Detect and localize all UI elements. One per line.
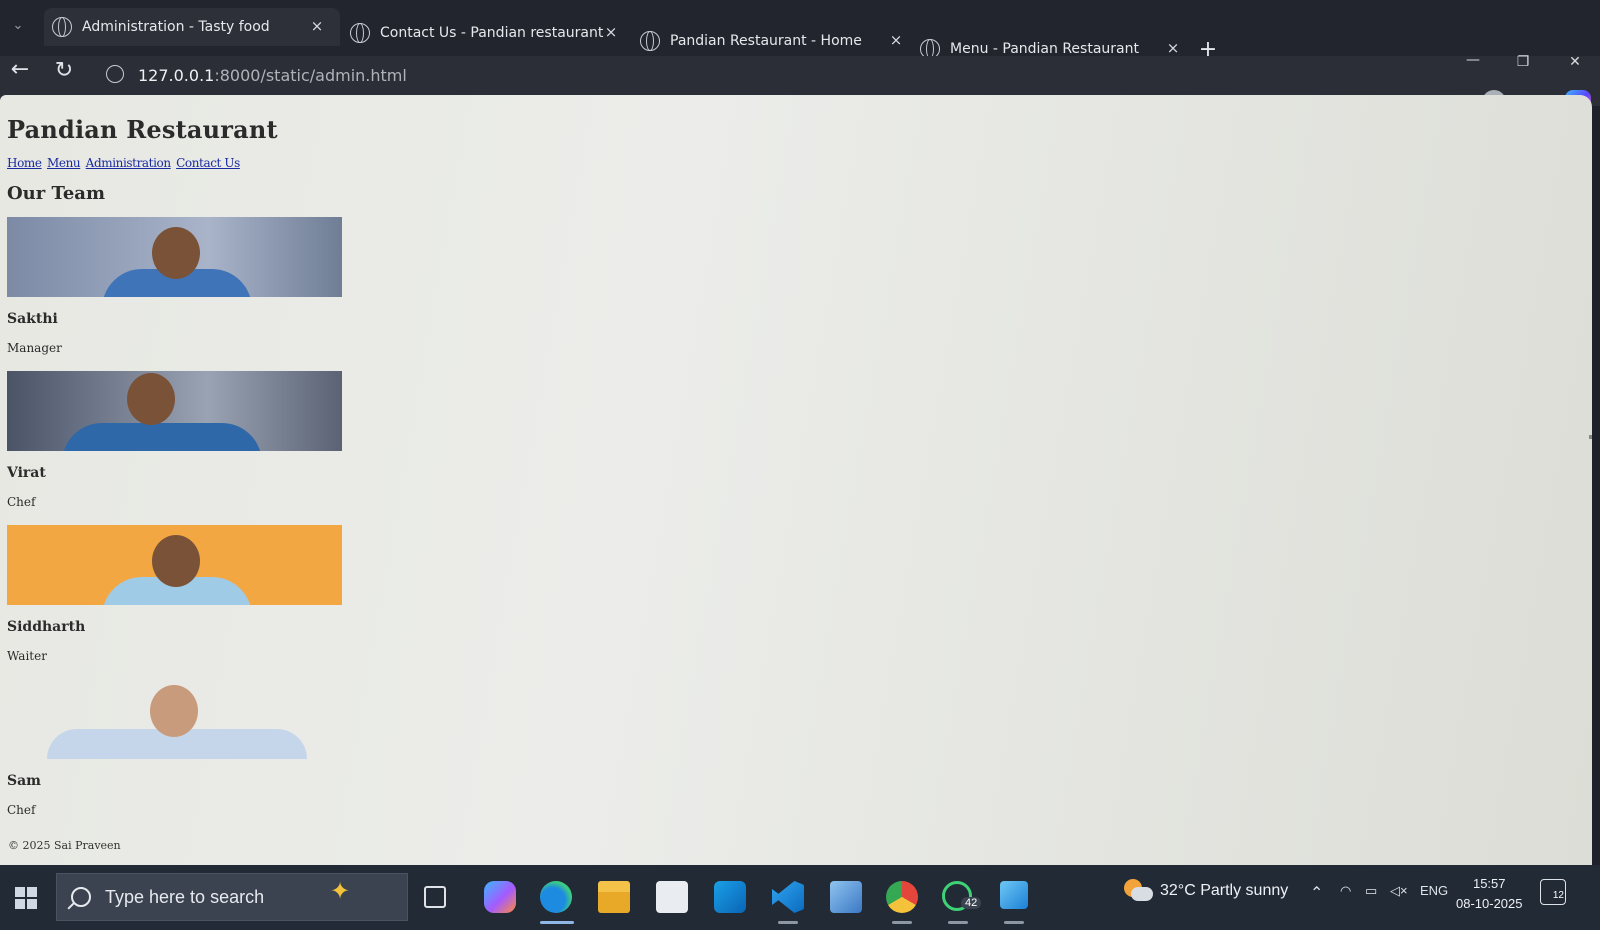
taskbar: ✦ 42 32°C Partly sunny ⌃ ◠ ▭ ◁× ENG 15:5… [0, 865, 1600, 930]
app-indicator [778, 921, 798, 924]
copilot-app-icon[interactable] [484, 881, 516, 913]
search-input[interactable] [105, 886, 345, 908]
site-nav: Home Menu Administration Contact Us [7, 156, 342, 170]
team-member-name: Sakthi [7, 311, 58, 327]
team-member: Siddharth Waiter [7, 525, 342, 663]
tab-contact-us[interactable]: Contact Us - Pandian restaurant × [350, 14, 620, 52]
team-member-role: Chef [7, 495, 36, 509]
scrollbar[interactable] [1589, 435, 1592, 439]
tab-title: Contact Us - Pandian restaurant [380, 25, 604, 41]
search-icon [71, 887, 91, 907]
edge-icon[interactable] [540, 881, 572, 913]
minimize-icon[interactable]: — [1458, 48, 1488, 72]
weather-icon[interactable] [1124, 879, 1153, 905]
team-member-name: Siddharth [7, 619, 86, 635]
url-path: :8000/static/admin.html [214, 66, 407, 85]
tab-list-icon[interactable]: ⌄ [8, 16, 28, 36]
close-tab-icon[interactable]: × [887, 31, 905, 49]
control-panel-icon[interactable] [830, 881, 862, 913]
store-icon[interactable] [656, 881, 688, 913]
restore-icon[interactable]: ❐ [1508, 50, 1538, 74]
page-footer: © 2025 Sai Praveen [8, 839, 121, 852]
task-view-icon[interactable] [424, 886, 446, 908]
app-indicator [948, 921, 968, 924]
tab-administration[interactable]: Administration - Tasty food × [44, 8, 340, 46]
whatsapp-badge: 42 [961, 897, 982, 909]
photos-icon[interactable] [1000, 881, 1028, 909]
clock-date: 08-10-2025 [1456, 896, 1523, 911]
url-field[interactable]: 127.0.0.1:8000/static/admin.html [138, 66, 407, 85]
outlook-icon[interactable] [714, 881, 746, 913]
tab-home[interactable]: Pandian Restaurant - Home × [640, 22, 905, 60]
close-icon[interactable]: ✕ [1560, 50, 1590, 74]
page-viewport: Pandian Restaurant Home Menu Administrat… [0, 95, 1592, 865]
team-member-name: Virat [7, 465, 46, 481]
team-member-photo [7, 525, 342, 605]
refresh-icon[interactable]: ↻ [50, 57, 78, 85]
taskbar-search[interactable] [56, 873, 408, 921]
notification-icon[interactable]: 12 [1540, 879, 1566, 905]
nav-link-administration[interactable]: Administration [86, 156, 171, 170]
close-tab-icon[interactable]: × [308, 17, 326, 35]
speaker-muted-icon[interactable]: ◁× [1390, 883, 1408, 899]
team-member-name: Sam [7, 773, 41, 789]
weather-text[interactable]: 32°C Partly sunny [1160, 882, 1288, 900]
battery-icon[interactable]: ▭ [1365, 883, 1377, 899]
team-member-photo [7, 679, 342, 759]
app-indicator [1004, 921, 1024, 924]
tab-title: Administration - Tasty food [82, 19, 270, 35]
language-indicator[interactable]: ENG [1420, 883, 1448, 898]
team-member-role: Waiter [7, 649, 47, 663]
globe-icon [52, 17, 72, 37]
nav-link-menu[interactable]: Menu [47, 156, 81, 170]
network-icon[interactable]: ◠ [1340, 883, 1351, 899]
tab-title: Pandian Restaurant - Home [670, 33, 862, 49]
team-member: Sakthi Manager [7, 217, 342, 355]
page-content: Pandian Restaurant Home Menu Administrat… [7, 115, 342, 817]
team-member-photo [7, 217, 342, 297]
clock-time: 15:57 [1472, 876, 1506, 891]
chevron-up-icon[interactable]: ⌃ [1310, 883, 1323, 903]
section-title: Our Team [7, 183, 106, 204]
close-tab-icon[interactable]: × [1164, 39, 1182, 57]
tab-bar: ⌄ Administration - Tasty food × Contact … [0, 0, 1600, 62]
chrome-icon[interactable] [886, 881, 918, 913]
app-indicator [892, 921, 912, 924]
team-member: Sam Chef [7, 679, 342, 817]
globe-icon [350, 23, 370, 43]
tab-title: Menu - Pandian Restaurant [950, 41, 1139, 57]
file-explorer-icon[interactable] [598, 881, 630, 913]
close-tab-icon[interactable]: × [602, 23, 620, 41]
copilot-sparkle-icon[interactable]: ✦ [330, 877, 350, 905]
nav-link-home[interactable]: Home [7, 156, 42, 170]
site-info-icon[interactable] [106, 65, 124, 83]
clock[interactable]: 15:57 08-10-2025 [1456, 874, 1523, 914]
url-host: 127.0.0.1 [138, 66, 215, 85]
team-member: Virat Chef [7, 371, 342, 509]
site-title: Pandian Restaurant [7, 115, 278, 144]
globe-icon [640, 31, 660, 51]
team-member-role: Manager [7, 341, 62, 355]
windows-start-icon[interactable] [15, 887, 37, 909]
vscode-icon[interactable] [772, 881, 804, 913]
back-arrow-icon[interactable]: ← [6, 56, 34, 84]
nav-link-contact-us[interactable]: Contact Us [176, 156, 240, 170]
team-member-role: Chef [7, 803, 36, 817]
team-member-photo [7, 371, 342, 451]
active-app-indicator [540, 921, 574, 924]
